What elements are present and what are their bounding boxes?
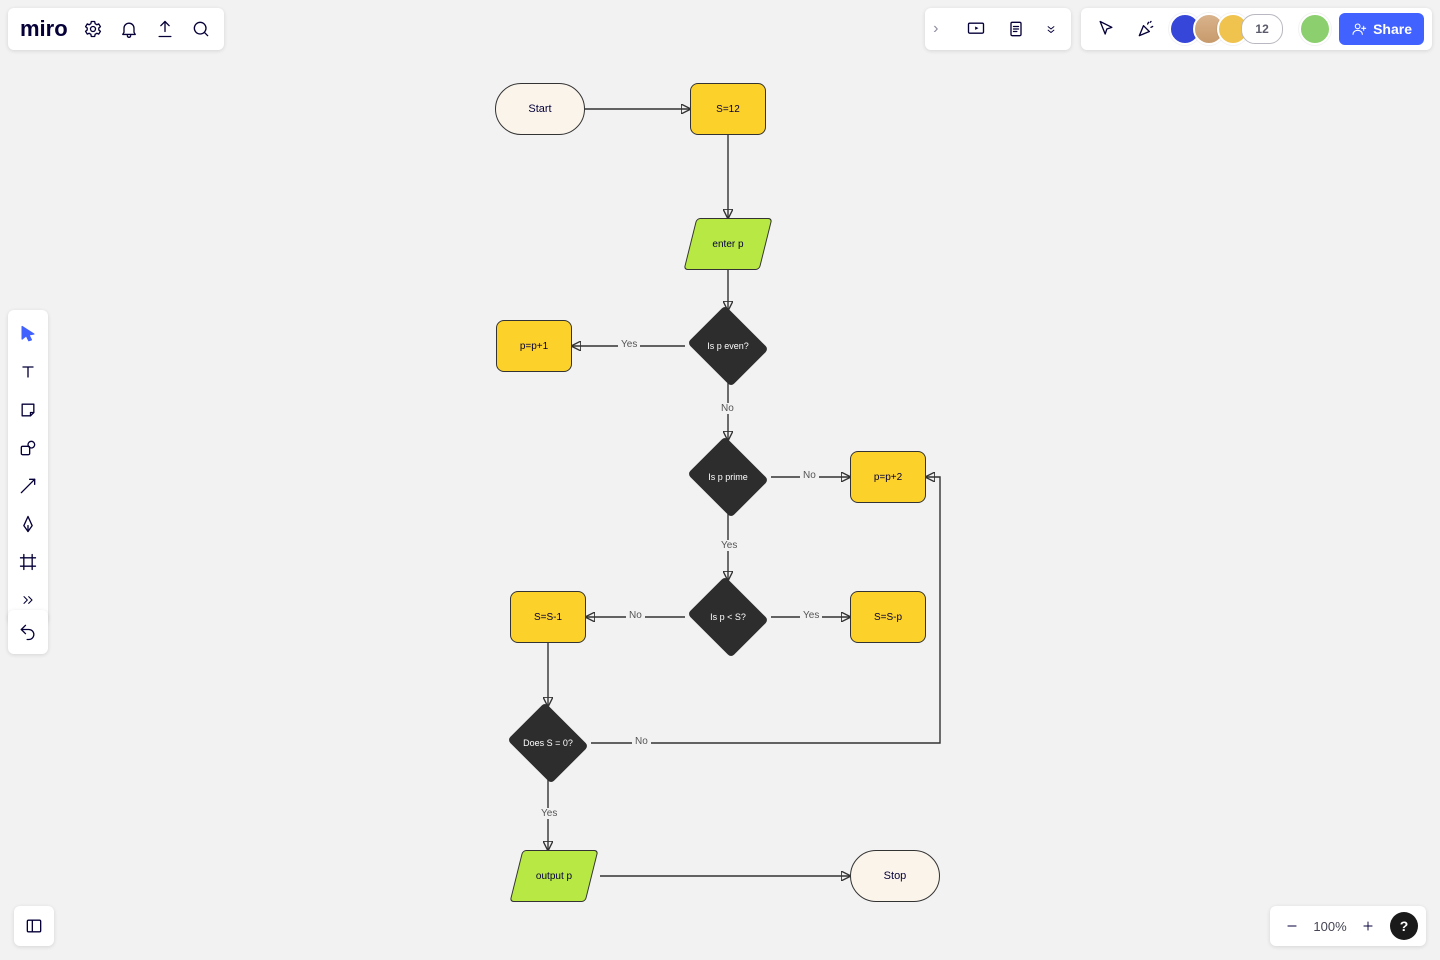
search-icon [191, 19, 211, 39]
node-s-minus-p[interactable]: S=S-p [850, 591, 926, 643]
node-label: enter p [712, 239, 743, 250]
tool-shape[interactable] [10, 430, 46, 466]
gear-icon [83, 19, 103, 39]
text-icon [18, 362, 38, 382]
node-label: S=S-1 [534, 612, 562, 623]
node-is-prime[interactable]: Is p prime [685, 440, 771, 514]
node-s-minus1[interactable]: S=S-1 [510, 591, 586, 643]
tool-sticky[interactable] [10, 392, 46, 428]
edge-label-no: No [718, 403, 737, 414]
party-icon [1136, 19, 1156, 39]
help-button[interactable]: ? [1390, 912, 1418, 940]
sticky-note-icon [18, 400, 38, 420]
arrow-icon [18, 476, 38, 496]
zoom-in[interactable] [1354, 909, 1382, 943]
search-button[interactable] [184, 12, 218, 46]
share-button[interactable]: Share [1339, 13, 1424, 45]
undo-panel [8, 610, 48, 654]
left-toolbar [8, 310, 48, 624]
cursor-icon [1096, 19, 1116, 39]
node-label: Is p even? [701, 341, 755, 352]
pointer-icon [18, 324, 38, 344]
help-label: ? [1400, 918, 1409, 934]
avatars-overflow[interactable]: 12 [1241, 14, 1283, 44]
node-label: Is p prime [702, 472, 754, 483]
notes-button[interactable] [999, 12, 1033, 46]
node-label: S=S-p [874, 612, 902, 623]
share-label: Share [1373, 21, 1412, 37]
reactions-button[interactable] [1129, 12, 1163, 46]
zoom-out[interactable] [1278, 909, 1306, 943]
node-enter-p[interactable]: enter p [690, 218, 766, 270]
node-s12[interactable]: S=12 [690, 83, 766, 135]
undo-button[interactable] [11, 615, 45, 649]
edge-label-yes: Yes [718, 540, 740, 551]
frame-icon [18, 552, 38, 572]
presentation-icon [966, 19, 986, 39]
document-icon [1006, 19, 1026, 39]
tool-line[interactable] [10, 468, 46, 504]
node-label: p=p+2 [874, 472, 902, 483]
more-toggle[interactable] [1039, 12, 1063, 46]
board-canvas[interactable]: Start S=12 enter p Is p even? p=p+1 Is p… [0, 0, 1440, 960]
present-button[interactable] [959, 12, 993, 46]
upload-icon [155, 19, 175, 39]
current-user-avatar[interactable] [1299, 13, 1331, 45]
export-button[interactable] [148, 12, 182, 46]
edge-label-no: No [800, 470, 819, 481]
node-label: Does S = 0? [517, 738, 579, 749]
tool-pen[interactable] [10, 506, 46, 542]
node-p-lt-s[interactable]: Is p < S? [685, 580, 771, 654]
collaborator-avatars[interactable]: 12 [1169, 13, 1283, 45]
node-label: Stop [884, 870, 907, 882]
node-label: Is p < S? [704, 612, 752, 623]
settings-button[interactable] [76, 12, 110, 46]
node-label: S=12 [716, 104, 740, 115]
minus-icon [1285, 916, 1299, 936]
tool-select[interactable] [10, 316, 46, 352]
shapes-icon [18, 438, 38, 458]
tool-text[interactable] [10, 354, 46, 390]
node-pp2[interactable]: p=p+2 [850, 451, 926, 503]
chevron-down-icon [1044, 19, 1058, 39]
node-is-even[interactable]: Is p even? [685, 309, 771, 383]
edge-label-yes: Yes [538, 808, 560, 819]
user-plus-icon [1351, 21, 1367, 37]
cursor-button[interactable] [1089, 12, 1123, 46]
node-output[interactable]: output p [516, 850, 592, 902]
node-label: Start [528, 103, 551, 115]
presentation-panel: › [925, 8, 1071, 50]
pen-icon [18, 514, 38, 534]
node-pp1[interactable]: p=p+1 [496, 320, 572, 372]
tool-frame[interactable] [10, 544, 46, 580]
top-left-panel: miro [8, 8, 224, 50]
zoom-percent[interactable]: 100% [1310, 919, 1350, 934]
node-s-zero[interactable]: Does S = 0? [505, 706, 591, 780]
undo-icon [18, 622, 38, 642]
app-logo[interactable]: miro [20, 16, 68, 42]
plus-icon [1361, 916, 1375, 936]
frames-panel-button[interactable] [14, 906, 54, 946]
node-start[interactable]: Start [495, 83, 585, 135]
panel-icon [24, 916, 44, 936]
zoom-panel: 100% ? [1270, 906, 1426, 946]
chevron-right-double-icon [20, 590, 36, 610]
top-right-area: › 12 Share [925, 8, 1432, 50]
node-stop[interactable]: Stop [850, 850, 940, 902]
notifications-button[interactable] [112, 12, 146, 46]
collab-panel: 12 Share [1081, 8, 1432, 50]
chevron-right-icon: › [933, 20, 953, 38]
node-label: output p [536, 871, 572, 882]
edge-label-no: No [632, 736, 651, 747]
node-label: p=p+1 [520, 341, 548, 352]
bell-icon [119, 19, 139, 39]
edge-label-yes: Yes [800, 610, 822, 621]
edge-label-yes: Yes [618, 339, 640, 350]
edge-label-no: No [626, 610, 645, 621]
